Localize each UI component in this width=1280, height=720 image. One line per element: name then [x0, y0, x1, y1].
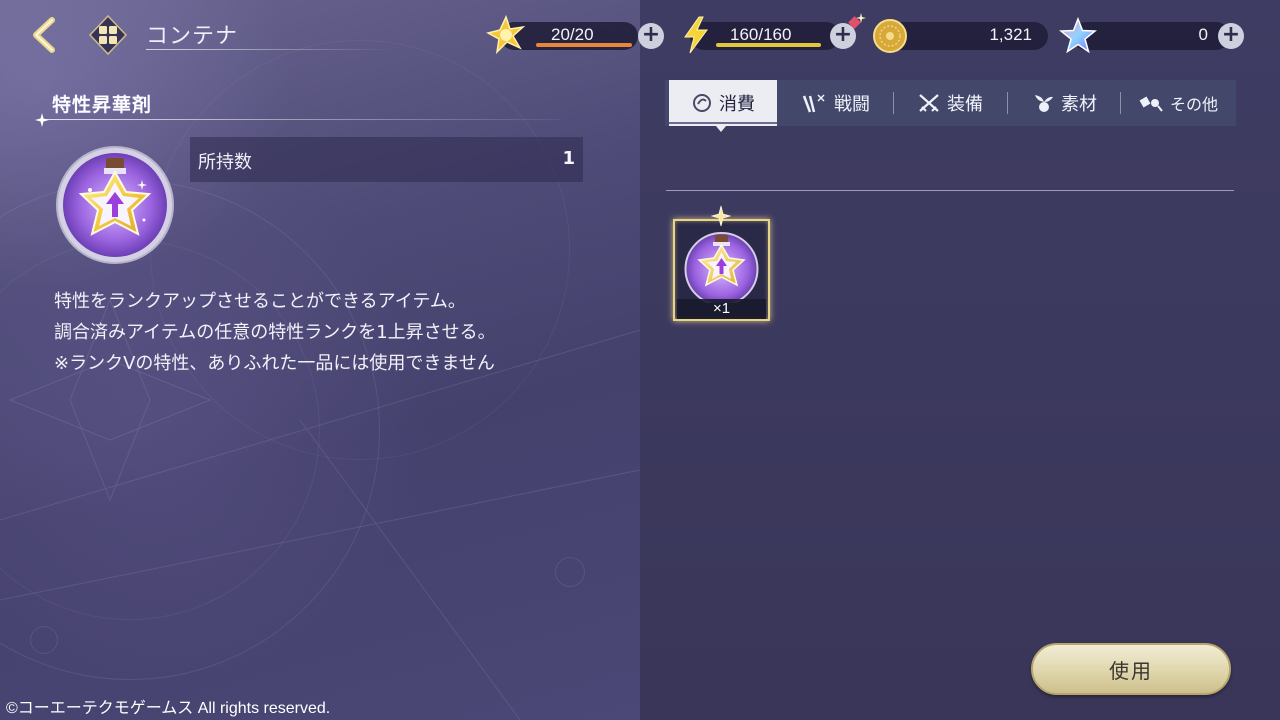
category-tabs: 消費 戦闘 装備 素材 その他 — [665, 80, 1236, 126]
item-portrait — [56, 146, 174, 264]
copyright-text: ©コーエーテクモゲームス All rights reserved. — [6, 700, 331, 717]
active-tab-underline — [669, 122, 777, 124]
tab-label: 戦闘 — [834, 94, 870, 115]
gems-add-button[interactable]: + — [1218, 23, 1244, 49]
stamina-value: 20/20 — [551, 25, 594, 44]
tab-separator — [1007, 92, 1008, 114]
inventory-divider — [666, 190, 1234, 191]
coins-pill: 1,321 — [884, 22, 1048, 50]
stamina-bar — [536, 43, 632, 47]
consumable-icon — [693, 94, 711, 112]
gems-value: 0 — [1198, 25, 1208, 44]
title-underline — [146, 49, 390, 50]
item-thumbnail — [684, 232, 759, 303]
active-tab-arrow — [716, 126, 726, 132]
equipment-icon — [919, 94, 939, 112]
item-description: 特性をランクアップさせることができるアイテム。 調合済みアイテムの任意の特性ラン… — [54, 286, 614, 379]
tab-label: 消費 — [719, 94, 755, 115]
notification-sparkle-icon — [848, 13, 866, 29]
page-title: コンテナ — [146, 24, 239, 49]
description-line: ※ランクVの特性、ありふれた一品には使用できません — [54, 353, 495, 374]
tab-separator — [893, 92, 894, 114]
owned-count-label: 所持数 — [198, 152, 252, 173]
menu-button[interactable] — [86, 14, 130, 56]
item-name-underline — [40, 119, 560, 120]
other-icon — [1139, 96, 1163, 112]
tab-consumable[interactable]: 消費 — [669, 80, 777, 126]
star-burst-icon — [486, 15, 526, 55]
chevron-left-icon — [33, 17, 55, 53]
tab-equipment[interactable]: 装備 — [895, 80, 1005, 126]
tab-label: 素材 — [1061, 94, 1097, 115]
tab-battle[interactable]: 戦闘 — [780, 80, 890, 126]
item-name: 特性昇華剤 — [52, 94, 153, 116]
selection-sparkle-icon — [711, 205, 731, 227]
use-button[interactable]: 使用 — [1031, 643, 1231, 695]
rainbow-star-icon — [1059, 17, 1097, 54]
gold-coin-icon — [873, 19, 907, 53]
energy-pill: 160/160 — [690, 22, 840, 50]
item-count-label: ×1 — [677, 299, 766, 319]
tab-label: その他 — [1169, 95, 1218, 114]
description-line: 調合済みアイテムの任意の特性ランクを1上昇させる。 — [54, 322, 496, 343]
energy-value: 160/160 — [730, 25, 792, 44]
lightning-icon — [684, 16, 708, 54]
tab-label: 装備 — [947, 94, 983, 115]
tab-separator — [1120, 92, 1121, 114]
stamina-add-button[interactable]: + — [638, 23, 664, 49]
tab-material[interactable]: 素材 — [1010, 80, 1116, 126]
sparkle-icon — [35, 113, 49, 127]
use-button-label: 使用 — [1109, 658, 1153, 683]
back-button[interactable] — [26, 14, 66, 56]
battle-icon — [802, 94, 825, 113]
description-line: 特性をランクアップさせることができるアイテム。 — [54, 291, 466, 312]
inventory-slot[interactable]: ×1 — [673, 205, 770, 321]
owned-count-value: 1 — [562, 148, 575, 169]
material-icon — [1035, 95, 1053, 112]
energy-bar — [716, 43, 821, 47]
coins-value: 1,321 — [989, 25, 1032, 44]
grid-menu-icon — [88, 14, 128, 56]
owned-count-row: 所持数 1 — [190, 137, 583, 182]
tab-other[interactable]: その他 — [1123, 80, 1233, 126]
